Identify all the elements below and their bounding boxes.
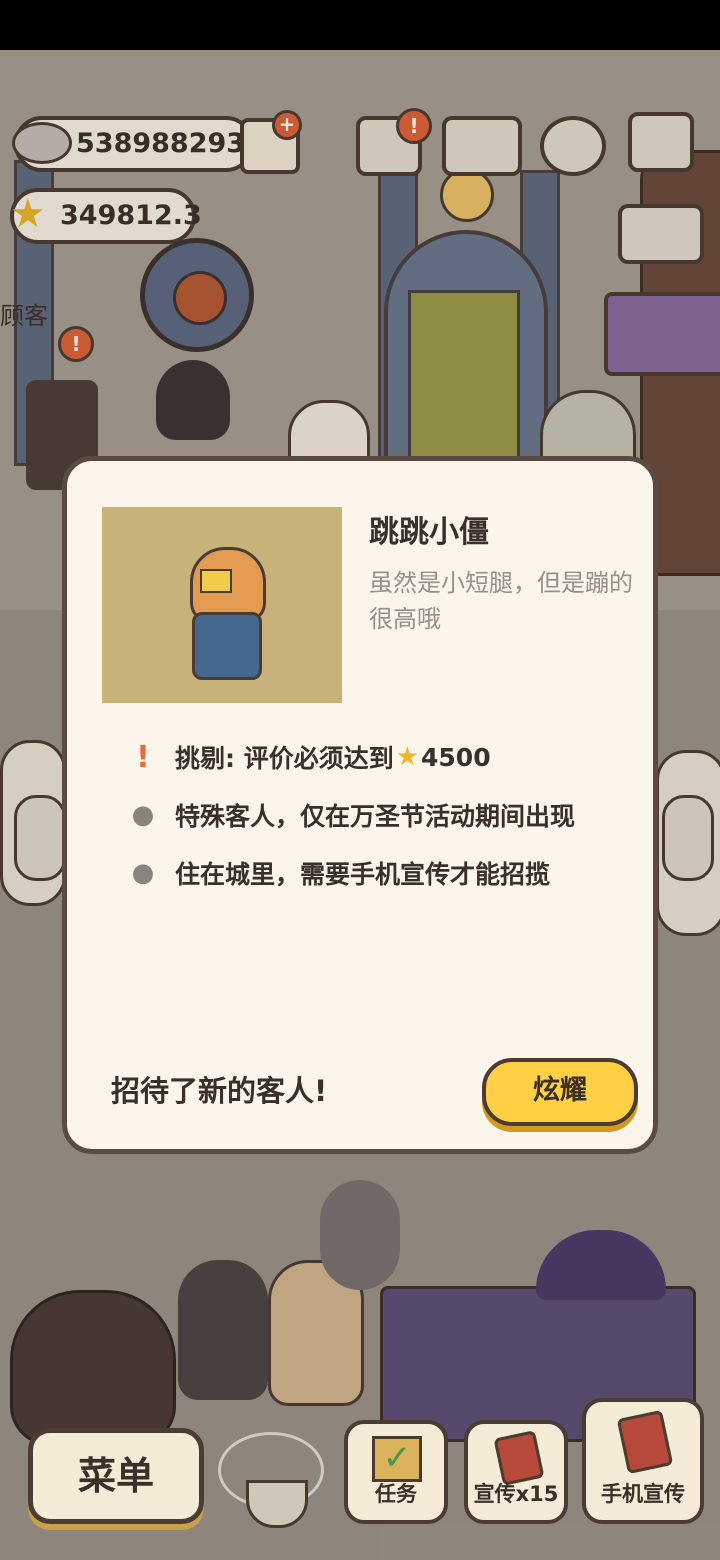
requirement-text: 挑剔: 评价必须达到 [175,744,394,773]
status-bar [0,0,720,50]
talisman [200,569,232,593]
promo-x15-button[interactable]: 宣传x15 [464,1420,568,1524]
star-icon: ★ [395,742,420,772]
task-label: 任务 [375,1482,417,1506]
requirement-row: ● 住在城里，需要手机宣传才能招揽 [123,853,550,893]
task-button[interactable]: ✓ 任务 [344,1420,448,1524]
requirement-text: 特殊客人，仅在万圣节活动期间出现 [175,802,576,831]
new-customer-message: 招待了新的客人! [111,1074,328,1108]
customer-body [192,612,262,680]
customer-portrait [102,507,342,703]
menu-button[interactable]: 菜单 [28,1428,204,1524]
paw-icon: ● [131,858,155,888]
phone-promo-button[interactable]: 手机宣传 [582,1398,704,1524]
checklist-icon: ✓ [372,1436,422,1482]
exclamation-icon: ! [136,739,150,775]
requirement-row: ! 挑剔: 评价必须达到 ★ 4500 [123,737,491,777]
customer-name: 跳跳小僵 [369,515,489,550]
phone-promo-label: 手机宣传 [601,1482,685,1506]
requirement-row: ● 特殊客人，仅在万圣节活动期间出现 [123,795,575,835]
show-off-button[interactable]: 炫耀 [482,1058,638,1126]
requirement-value: 4500 [421,742,491,772]
customer-description: 虽然是小短腿，但是蹦的很高哦 [369,569,633,633]
requirement-text: 住在城里，需要手机宣传才能招揽 [175,860,551,889]
new-customer-dialog: 跳跳小僵 虽然是小短腿，但是蹦的很高哦 ! 挑剔: 评价必须达到 ★ 4500 … [62,456,658,1154]
promo-x15-label: 宣传x15 [473,1482,559,1506]
phone-icon [616,1409,674,1475]
paw-icon: ● [131,800,155,830]
